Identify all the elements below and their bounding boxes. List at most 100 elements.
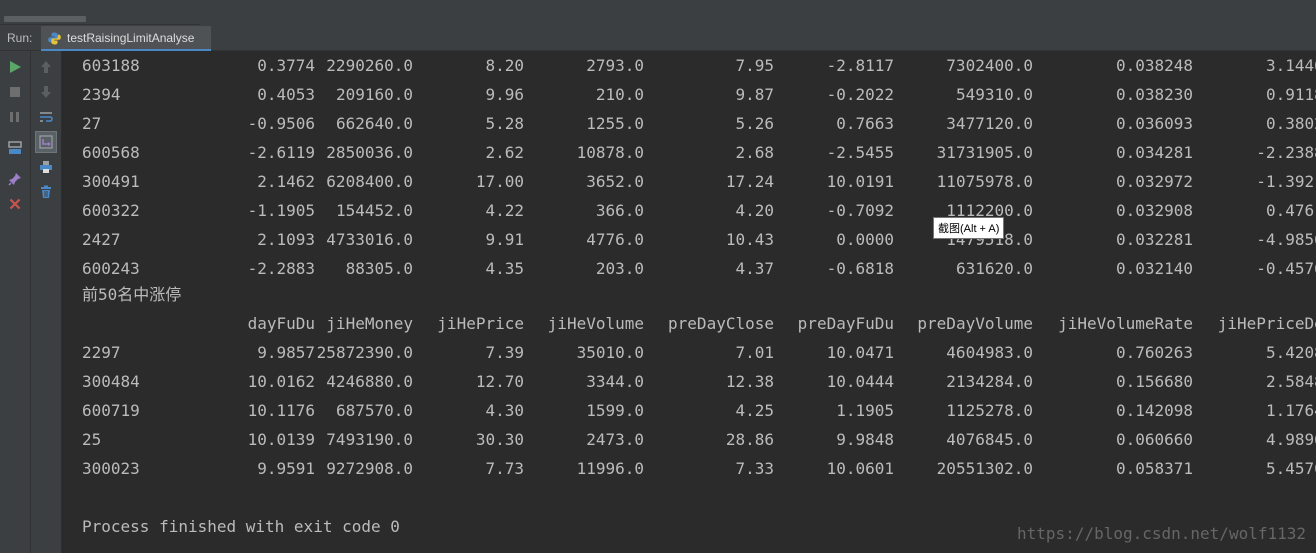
horizontal-scrollbar[interactable] [0,0,200,25]
cell-value: 7302400.0 [946,56,1033,75]
cell-value: 3344.0 [586,372,644,391]
cell-value: 10.43 [725,230,774,249]
column-header: jiHeMoney [326,314,413,333]
cell-value: 4776.0 [586,230,644,249]
cell-value: 9.9848 [836,430,894,449]
cell-value: 0.034281 [1115,143,1193,162]
row-index: 2394 [82,85,121,104]
table-row: 300491 2.1462 6208400.0 17.00 3652.0 17.24 10.… [62,167,1316,196]
cell-value: 12.38 [725,372,774,391]
layout-icon[interactable] [4,137,26,159]
run-tab[interactable]: testRaisingLimitAnalyse [41,26,211,51]
cell-value: 2.1462 [257,172,315,191]
console-output[interactable]: 603188 0.3774 2290260.0 8.20 2793.0 7.95 -2.81… [62,51,1316,553]
cell-value: 0.038248 [1115,56,1193,75]
cell-value: -2.5455 [826,143,894,162]
cell-value: 0.911854 [1265,85,1316,104]
up-arrow-icon[interactable] [35,56,57,78]
table-row: 2297 9.9857 25872390.0 7.39 35010.0 7.01 10.04… [62,338,1316,367]
cell-value: 4076845.0 [946,430,1033,449]
scrollbar-thumb[interactable] [4,16,86,22]
cell-value: -0.7092 [826,201,894,220]
cell-value: 0.7663 [836,114,894,133]
cell-value: 4.25 [735,401,774,420]
cell-value: 4.20 [735,201,774,220]
cell-value: 7.33 [735,459,774,478]
cell-value: 4604983.0 [946,343,1033,362]
column-header: jiHePriceDeta [1217,314,1316,333]
cell-value: 0.060660 [1115,430,1193,449]
run-icon[interactable] [4,56,26,78]
cell-value: 4.35 [485,259,524,278]
cell-value: 4246880.0 [326,372,413,391]
soft-wrap-icon[interactable] [35,106,57,128]
cell-value: 88305.0 [345,259,413,278]
cell-value: 3652.0 [586,172,644,191]
cell-value: 17.00 [475,172,524,191]
cell-value: 10.0191 [826,172,894,191]
table-row: 600568 -2.6119 2850036.0 2.62 10878.0 2.68 -2.… [62,138,1316,167]
cell-value: -1.1905 [247,201,315,220]
cell-value: 0.156680 [1115,372,1193,391]
down-arrow-icon[interactable] [35,81,57,103]
close-icon[interactable] [4,193,26,215]
scroll-to-end-icon[interactable] [35,131,57,153]
cell-value: 2.68 [735,143,774,162]
cell-value: -2.2883 [247,259,315,278]
trash-icon[interactable] [35,181,57,203]
section-title: 前50名中涨停 [82,285,182,304]
run-label: Run: [7,31,33,45]
cell-value: 7493190.0 [326,430,413,449]
row-index: 600568 [82,143,140,162]
cell-value: 10878.0 [576,143,644,162]
column-header: dayFuDu [247,314,315,333]
row-index: 25 [82,430,102,449]
pin-icon[interactable] [4,168,26,190]
table-row: 300484 10.0162 4246880.0 12.70 3344.0 12.38 10… [62,367,1316,396]
cell-value: 35010.0 [576,343,644,362]
cell-value: -0.2022 [826,85,894,104]
cell-value: 0.038230 [1115,85,1193,104]
table-row: 600243 -2.2883 88305.0 4.35 203.0 4.37 -0.6818… [62,254,1316,283]
cell-value: 8.20 [485,56,524,75]
column-header-row: dayFuDu jiHeMoney jiHePrice jiHeVolume preDa… [62,309,1316,338]
pause-icon[interactable] [4,106,26,128]
screenshot-tooltip: 截图(Alt + A) [933,217,1005,239]
cell-value: 5.420827 [1265,343,1316,362]
cell-value: 0.032972 [1115,172,1193,191]
cell-value: 9.87 [735,85,774,104]
print-icon[interactable] [35,156,57,178]
cell-value: 2134284.0 [946,372,1033,391]
cell-value: 0.142098 [1115,401,1193,420]
column-header: jiHeVolumeRate [1058,314,1193,333]
cell-value: 7.01 [735,343,774,362]
cell-value: 3477120.0 [946,114,1033,133]
cell-value: -4.985618 [1256,230,1316,249]
column-header: preDayClose [668,314,774,333]
cell-value: 0.380228 [1265,114,1316,133]
cell-value: 4.22 [485,201,524,220]
cell-value: 28.86 [725,430,774,449]
cell-value: 25872390.0 [316,343,413,362]
python-icon [48,32,61,45]
cell-value: 5.457026 [1265,459,1316,478]
cell-value: -2.8117 [826,56,894,75]
cell-value: -2.238806 [1256,143,1316,162]
cell-value: 0.760263 [1115,343,1193,362]
table-row: 27 -0.9506 662640.0 5.28 1255.0 5.26 0.7663 347… [62,109,1316,138]
cell-value: 17.24 [725,172,774,191]
cell-value: 549310.0 [955,85,1033,104]
row-index: 600243 [82,259,140,278]
table-row: 603188 0.3774 2290260.0 8.20 2793.0 7.95 -2.81… [62,51,1316,80]
stop-icon[interactable] [4,81,26,103]
row-index: 2427 [82,230,121,249]
cell-value: 9.96 [485,85,524,104]
row-index: 603188 [82,56,140,75]
run-toolbar [0,51,31,553]
cell-value: 2.584814 [1265,372,1316,391]
cell-value: 0.032281 [1115,230,1193,249]
cell-value: 12.70 [475,372,524,391]
table-row: 600322 -1.1905 154452.0 4.22 366.0 4.20 -0.709… [62,196,1316,225]
cell-value: -0.457666 [1256,259,1316,278]
cell-value: 11075978.0 [936,172,1033,191]
